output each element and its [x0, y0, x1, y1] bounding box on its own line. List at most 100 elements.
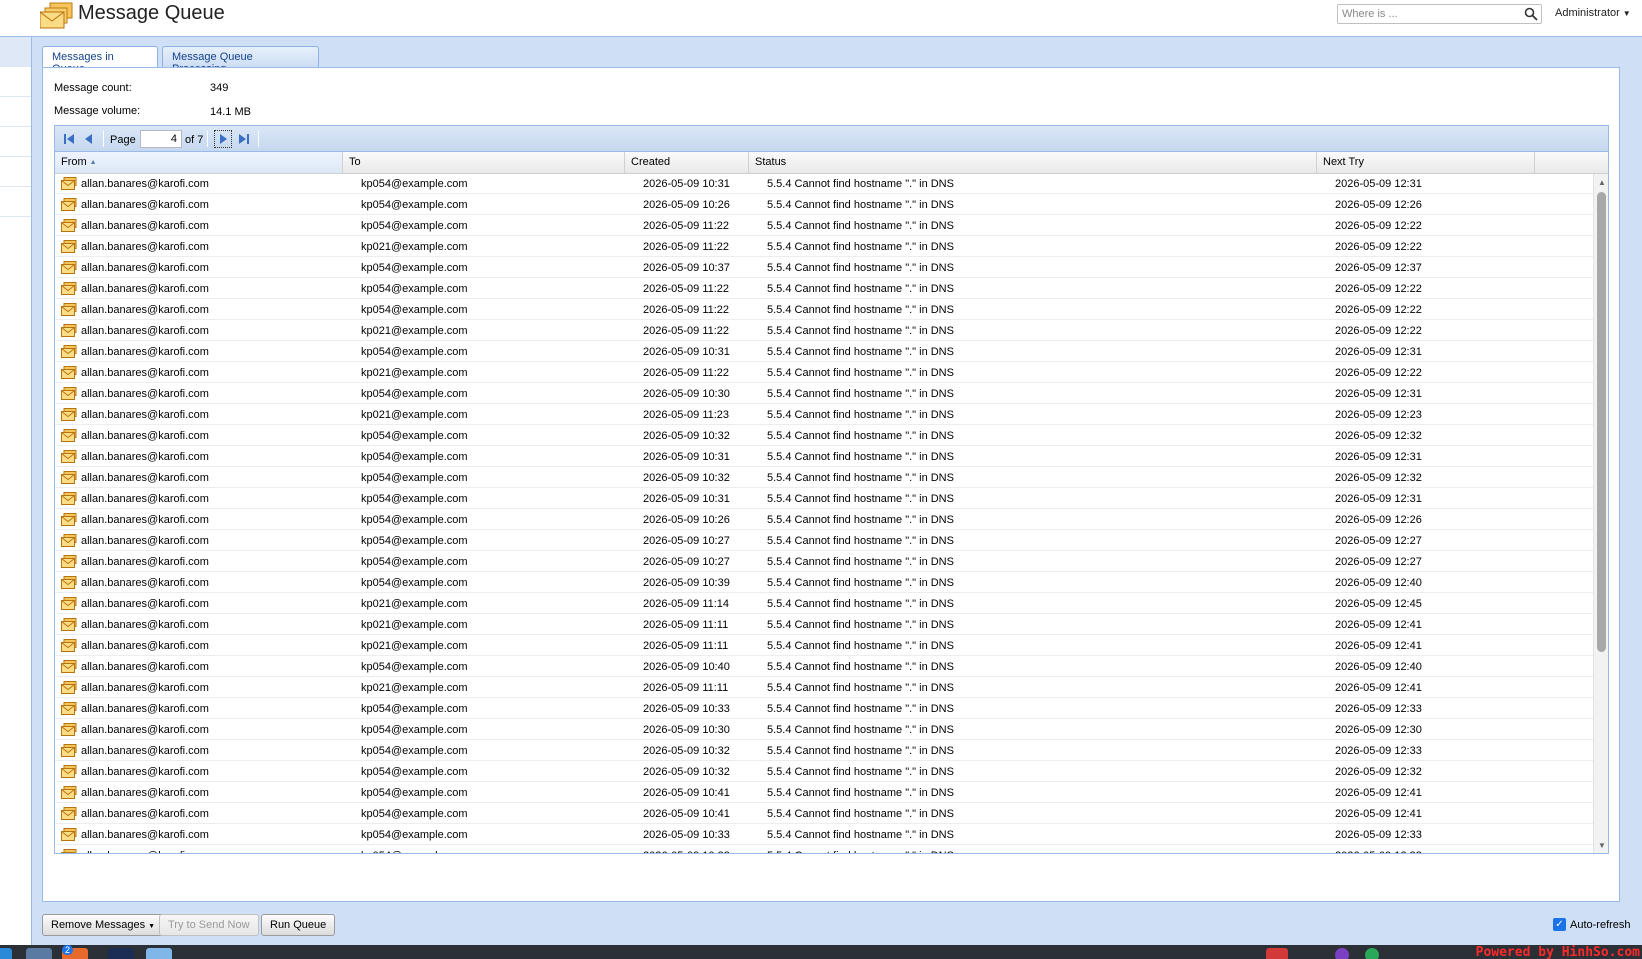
table-row[interactable]: allan.banares@karofi.com kp054@example.co…: [55, 216, 1593, 236]
cell-next-try: 2026-05-09 12:40: [1335, 577, 1422, 589]
table-row[interactable]: allan.banares@karofi.com kp054@example.co…: [55, 657, 1593, 677]
cell-to: kp054@example.com: [361, 745, 468, 757]
cell-created: 2026-05-09 11:14: [643, 598, 730, 610]
taskbar: 2 Powered by HinhSo.com: [0, 945, 1642, 959]
taskbar-app-icon[interactable]: [26, 948, 52, 959]
auto-refresh-checkbox[interactable]: ✓: [1553, 918, 1566, 931]
table-row[interactable]: allan.banares@karofi.com kp054@example.co…: [55, 552, 1593, 572]
cell-status: 5.5.4 Cannot find hostname "." in DNS: [767, 661, 954, 673]
scroll-up-arrow-icon[interactable]: ▲: [1598, 178, 1606, 187]
cell-created: 2026-05-09 10:26: [643, 514, 730, 526]
tab-messages-in-queue[interactable]: Messages in Queue: [42, 46, 158, 75]
cell-next-try: 2026-05-09 12:22: [1335, 241, 1422, 253]
table-row[interactable]: allan.banares@karofi.com kp054@example.co…: [55, 300, 1593, 320]
table-row[interactable]: allan.banares@karofi.com kp054@example.co…: [55, 825, 1593, 845]
table-row[interactable]: allan.banares@karofi.com kp054@example.co…: [55, 342, 1593, 362]
taskbar-app-icon[interactable]: [1266, 948, 1288, 959]
cell-from: allan.banares@karofi.com: [81, 304, 209, 316]
envelope-icon: [61, 849, 77, 853]
table-row[interactable]: allan.banares@karofi.com kp054@example.co…: [55, 468, 1593, 488]
run-queue-button[interactable]: Run Queue: [261, 914, 336, 936]
cell-from: allan.banares@karofi.com: [81, 199, 209, 211]
table-row[interactable]: allan.banares@karofi.com kp054@example.co…: [55, 699, 1593, 719]
table-row[interactable]: allan.banares@karofi.com kp021@example.co…: [55, 615, 1593, 635]
table-row[interactable]: allan.banares@karofi.com kp054@example.co…: [55, 573, 1593, 593]
table-row[interactable]: allan.banares@karofi.com kp021@example.co…: [55, 405, 1593, 425]
table-row[interactable]: allan.banares@karofi.com kp021@example.co…: [55, 237, 1593, 257]
cell-from: allan.banares@karofi.com: [81, 262, 209, 274]
message-grid: allan.banares@karofi.com kp054@example.co…: [54, 174, 1609, 854]
table-row[interactable]: allan.banares@karofi.com kp054@example.co…: [55, 258, 1593, 278]
search-box[interactable]: [1337, 4, 1542, 24]
cell-from: allan.banares@karofi.com: [81, 724, 209, 736]
cell-created: 2026-05-09 10:31: [643, 346, 730, 358]
cell-to: kp054@example.com: [361, 346, 468, 358]
table-row[interactable]: allan.banares@karofi.com kp054@example.co…: [55, 783, 1593, 803]
cell-created: 2026-05-09 11:11: [643, 640, 729, 652]
search-icon[interactable]: [1524, 7, 1538, 21]
cell-created: 2026-05-09 11:22: [643, 325, 730, 337]
table-row[interactable]: allan.banares@karofi.com kp021@example.co…: [55, 363, 1593, 383]
tab-message-queue-processing[interactable]: Message Queue Processing: [162, 46, 319, 75]
try-to-send-now-button[interactable]: Try to Send Now: [159, 914, 259, 936]
column-header-next-try[interactable]: Next Try: [1317, 152, 1535, 173]
prev-page-icon[interactable]: [81, 131, 97, 147]
envelope-icon: [61, 471, 77, 484]
table-row[interactable]: allan.banares@karofi.com kp054@example.co…: [55, 426, 1593, 446]
next-page-icon[interactable]: [214, 130, 232, 148]
cell-status: 5.5.4 Cannot find hostname "." in DNS: [767, 199, 954, 211]
envelope-icon: [61, 282, 77, 295]
table-row[interactable]: allan.banares@karofi.com kp054@example.co…: [55, 174, 1593, 194]
table-row[interactable]: allan.banares@karofi.com kp054@example.co…: [55, 531, 1593, 551]
taskbar-app-icon[interactable]: [0, 948, 12, 959]
nav-item[interactable]: [0, 127, 31, 157]
nav-item[interactable]: [0, 37, 31, 67]
nav-item[interactable]: [0, 187, 31, 217]
table-row[interactable]: allan.banares@karofi.com kp021@example.co…: [55, 678, 1593, 698]
remove-messages-button[interactable]: Remove Messages ▼: [42, 914, 165, 936]
taskbar-app-icon[interactable]: [1335, 948, 1349, 959]
search-input[interactable]: [1340, 6, 1518, 22]
column-header-status[interactable]: Status: [749, 152, 1317, 173]
table-row[interactable]: allan.banares@karofi.com kp054@example.co…: [55, 195, 1593, 215]
nav-item[interactable]: [0, 97, 31, 127]
table-row[interactable]: allan.banares@karofi.com kp021@example.co…: [55, 636, 1593, 656]
cell-to: kp054@example.com: [361, 283, 468, 295]
first-page-icon[interactable]: [61, 131, 77, 147]
cell-created: 2026-05-09 11:22: [643, 220, 730, 232]
nav-item[interactable]: [0, 67, 31, 97]
table-row[interactable]: allan.banares@karofi.com kp054@example.co…: [55, 762, 1593, 782]
table-row[interactable]: allan.banares@karofi.com kp021@example.co…: [55, 594, 1593, 614]
vertical-scrollbar[interactable]: ▲ ▼: [1593, 174, 1608, 853]
envelope-icon: [61, 723, 77, 736]
cell-created: 2026-05-09 10:27: [643, 535, 730, 547]
column-header-to[interactable]: To: [343, 152, 625, 173]
cell-next-try: 2026-05-09 12:41: [1335, 787, 1422, 799]
cell-next-try: 2026-05-09 12:22: [1335, 220, 1422, 232]
taskbar-app-icon[interactable]: [108, 948, 134, 959]
taskbar-app-icon[interactable]: [146, 948, 172, 959]
table-row[interactable]: allan.banares@karofi.com kp054@example.co…: [55, 510, 1593, 530]
cell-status: 5.5.4 Cannot find hostname "." in DNS: [767, 346, 954, 358]
column-header-from[interactable]: From ▲: [55, 152, 343, 173]
table-row[interactable]: allan.banares@karofi.com kp054@example.co…: [55, 804, 1593, 824]
scrollbar-thumb[interactable]: [1597, 192, 1606, 652]
page-number-input[interactable]: [140, 130, 182, 148]
table-row[interactable]: allan.banares@karofi.com kp054@example.co…: [55, 384, 1593, 404]
sort-ascending-icon: ▲: [89, 159, 97, 166]
table-row[interactable]: allan.banares@karofi.com kp054@example.co…: [55, 489, 1593, 509]
table-row[interactable]: allan.banares@karofi.com kp021@example.co…: [55, 321, 1593, 341]
table-row[interactable]: allan.banares@karofi.com kp054@example.co…: [55, 846, 1593, 853]
table-row[interactable]: allan.banares@karofi.com kp054@example.co…: [55, 720, 1593, 740]
scroll-down-arrow-icon[interactable]: ▼: [1598, 841, 1606, 850]
table-row[interactable]: allan.banares@karofi.com kp054@example.co…: [55, 279, 1593, 299]
column-header-created[interactable]: Created: [625, 152, 749, 173]
last-page-icon[interactable]: [236, 131, 252, 147]
nav-item[interactable]: [0, 157, 31, 187]
cell-to: kp054@example.com: [361, 661, 468, 673]
envelope-icon: [61, 513, 77, 526]
table-row[interactable]: allan.banares@karofi.com kp054@example.co…: [55, 741, 1593, 761]
taskbar-app-icon[interactable]: [1365, 948, 1379, 959]
table-row[interactable]: allan.banares@karofi.com kp054@example.co…: [55, 447, 1593, 467]
user-menu[interactable]: Administrator ▼: [1555, 7, 1631, 19]
